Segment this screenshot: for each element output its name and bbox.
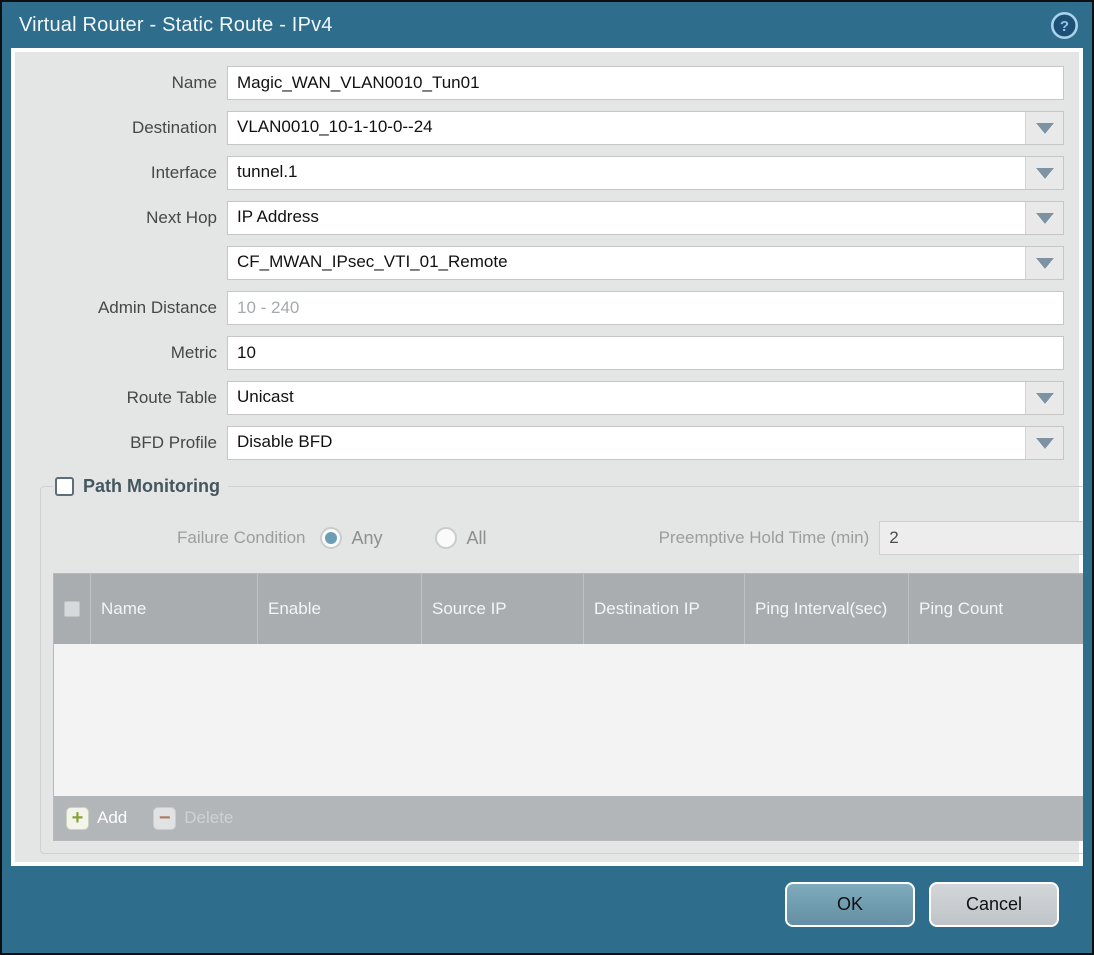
column-header-enable[interactable]: Enable bbox=[257, 574, 421, 644]
preemptive-hold-group: Preemptive Hold Time (min) bbox=[659, 521, 1083, 555]
dialog-body-rim: Name Destination VLAN0010_10-1-10-0--24 bbox=[11, 48, 1083, 866]
radio-selected-icon bbox=[319, 527, 342, 549]
failure-condition-all-radio[interactable]: All bbox=[434, 527, 487, 549]
destination-value: VLAN0010_10-1-10-0--24 bbox=[237, 117, 433, 136]
form-row-metric: Metric bbox=[30, 336, 1064, 370]
checkbox-icon bbox=[64, 601, 80, 617]
form-row-interface: Interface tunnel.1 bbox=[30, 156, 1064, 190]
delete-button[interactable]: − Delete bbox=[153, 806, 234, 830]
minus-icon: − bbox=[153, 806, 177, 830]
add-button[interactable]: + Add bbox=[66, 806, 128, 830]
dialog-title: Virtual Router - Static Route - IPv4 bbox=[19, 13, 333, 36]
form-row-route-table: Route Table Unicast bbox=[30, 381, 1064, 415]
add-button-label: Add bbox=[97, 808, 128, 827]
dialog-action-bar: OK Cancel bbox=[2, 866, 1092, 953]
chevron-down-icon bbox=[1035, 122, 1054, 134]
preemptive-hold-input[interactable] bbox=[879, 521, 1083, 555]
failure-condition-all-label: All bbox=[466, 527, 487, 548]
table-header-row: Name Enable Source IP Destination IP Pin… bbox=[54, 574, 1083, 644]
name-label: Name bbox=[171, 73, 217, 92]
admin-distance-label: Admin Distance bbox=[97, 298, 217, 317]
select-all-checkbox[interactable] bbox=[54, 574, 90, 644]
path-monitoring-table: Name Enable Source IP Destination IP Pin… bbox=[53, 573, 1083, 841]
path-monitoring-controls: Failure Condition Any All Preemptive Hol… bbox=[59, 521, 1083, 555]
chevron-down-icon bbox=[1035, 212, 1054, 224]
route-table-dropdown[interactable]: Unicast bbox=[227, 381, 1064, 415]
static-route-dialog: Virtual Router - Static Route - IPv4 ? N… bbox=[0, 0, 1094, 955]
chevron-down-icon bbox=[1035, 392, 1054, 404]
destination-label: Destination bbox=[131, 118, 217, 137]
route-table-label: Route Table bbox=[126, 388, 217, 407]
interface-value: tunnel.1 bbox=[237, 162, 298, 181]
preemptive-hold-label: Preemptive Hold Time (min) bbox=[658, 528, 870, 547]
admin-distance-input[interactable] bbox=[227, 291, 1064, 325]
ok-button[interactable]: OK bbox=[785, 882, 915, 927]
bfd-profile-dropdown-button[interactable] bbox=[1025, 427, 1063, 459]
name-input[interactable] bbox=[227, 66, 1064, 100]
column-header-name[interactable]: Name bbox=[90, 574, 257, 644]
route-table-value: Unicast bbox=[237, 387, 294, 406]
failure-condition-any-radio[interactable]: Any bbox=[319, 527, 383, 549]
plus-icon: + bbox=[66, 806, 89, 830]
next-hop-address-dropdown[interactable]: CF_MWAN_IPsec_VTI_01_Remote bbox=[227, 246, 1064, 280]
form-row-bfd-profile: BFD Profile Disable BFD bbox=[30, 426, 1064, 460]
next-hop-dropdown[interactable]: IP Address bbox=[227, 201, 1064, 235]
bfd-profile-dropdown[interactable]: Disable BFD bbox=[227, 426, 1064, 460]
path-monitoring-title: Path Monitoring bbox=[83, 476, 220, 496]
cancel-button[interactable]: Cancel bbox=[929, 882, 1059, 927]
radio-unselected-icon bbox=[434, 527, 457, 549]
path-monitoring-legend: Path Monitoring bbox=[53, 476, 228, 497]
path-monitoring-checkbox[interactable] bbox=[55, 477, 74, 496]
metric-input[interactable] bbox=[227, 336, 1064, 370]
bfd-profile-label: BFD Profile bbox=[130, 433, 217, 452]
form-row-next-hop-address: CF_MWAN_IPsec_VTI_01_Remote bbox=[30, 246, 1064, 280]
form-row-admin-distance: Admin Distance bbox=[30, 291, 1064, 325]
next-hop-label: Next Hop bbox=[146, 208, 217, 227]
column-header-destination-ip[interactable]: Destination IP bbox=[583, 574, 744, 644]
bfd-profile-value: Disable BFD bbox=[237, 432, 333, 451]
failure-condition-radio-group: Any All bbox=[319, 527, 539, 549]
dialog-body: Name Destination VLAN0010_10-1-10-0--24 bbox=[15, 52, 1083, 862]
form-row-name: Name bbox=[30, 66, 1064, 100]
column-header-source-ip[interactable]: Source IP bbox=[421, 574, 583, 644]
form-row-next-hop: Next Hop IP Address bbox=[30, 201, 1064, 235]
failure-condition-label: Failure Condition bbox=[177, 528, 306, 547]
svg-text:?: ? bbox=[1060, 18, 1069, 35]
interface-dropdown-button[interactable] bbox=[1025, 157, 1063, 189]
form-row-destination: Destination VLAN0010_10-1-10-0--24 bbox=[30, 111, 1064, 145]
next-hop-value: IP Address bbox=[237, 207, 319, 226]
metric-label: Metric bbox=[170, 343, 217, 362]
chevron-down-icon bbox=[1035, 257, 1054, 269]
path-monitoring-section: Path Monitoring Failure Condition Any Al… bbox=[40, 476, 1083, 854]
next-hop-address-value: CF_MWAN_IPsec_VTI_01_Remote bbox=[237, 252, 508, 271]
chevron-down-icon bbox=[1035, 167, 1054, 179]
route-table-dropdown-button[interactable] bbox=[1025, 382, 1063, 414]
table-body-empty[interactable] bbox=[54, 644, 1083, 796]
help-icon[interactable]: ? bbox=[1051, 11, 1078, 39]
column-header-ping-count[interactable]: Ping Count bbox=[908, 574, 1083, 644]
interface-dropdown[interactable]: tunnel.1 bbox=[227, 156, 1064, 190]
destination-dropdown[interactable]: VLAN0010_10-1-10-0--24 bbox=[227, 111, 1064, 145]
next-hop-dropdown-button[interactable] bbox=[1025, 202, 1063, 234]
interface-label: Interface bbox=[150, 163, 217, 182]
next-hop-address-dropdown-button[interactable] bbox=[1025, 247, 1063, 279]
chevron-down-icon bbox=[1035, 437, 1054, 449]
table-footer: + Add − Delete bbox=[54, 796, 1083, 840]
failure-condition-any-label: Any bbox=[351, 527, 383, 548]
dialog-titlebar: Virtual Router - Static Route - IPv4 ? bbox=[2, 2, 1092, 48]
destination-dropdown-button[interactable] bbox=[1025, 112, 1063, 144]
column-header-ping-interval[interactable]: Ping Interval(sec) bbox=[744, 574, 908, 644]
delete-button-label: Delete bbox=[184, 808, 234, 827]
